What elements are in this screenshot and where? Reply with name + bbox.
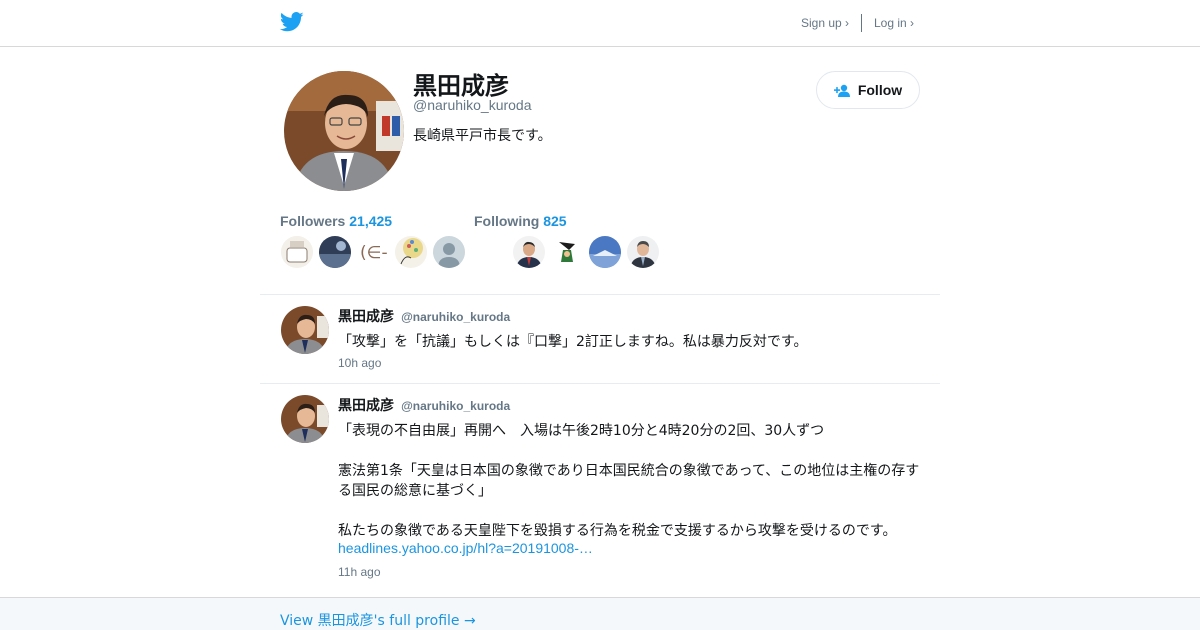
following-count: 825 — [543, 213, 567, 229]
follower-avatar[interactable]: (∈- — [357, 236, 389, 268]
following-label: Following — [474, 213, 540, 229]
tweet-text: 「表現の不自由展」再開へ 入場は午後2時10分と4時20分の2回、30人ずつ — [338, 423, 825, 439]
followers-count: 21,425 — [349, 213, 393, 229]
profile-photo — [284, 71, 404, 191]
profile-bio: 長崎県平戸市長です。 — [413, 128, 552, 144]
followers-stat[interactable]: Followers 21,425 — [280, 213, 392, 229]
following-stat[interactable]: Following 825 — [474, 213, 567, 229]
tweet-text: る国民の総意に基づく」 — [338, 483, 492, 499]
follow-button[interactable]: Follow — [816, 71, 920, 109]
tweet-author-handle[interactable]: @naruhiko_kuroda — [401, 310, 510, 324]
tweet-text: 憲法第1条「天皇は日本国の象徴であり日本国民統合の象徴であって、この地位は主権の… — [338, 463, 920, 479]
view-full-profile-link[interactable]: View 黒田成彦's full profile → — [280, 610, 476, 630]
tweet-timestamp[interactable]: 11h ago — [338, 565, 381, 579]
follower-avatar-default[interactable] — [433, 236, 465, 268]
profile-name: 黒田成彦 — [413, 72, 509, 100]
divider — [260, 383, 940, 384]
twitter-bird-icon[interactable] — [280, 11, 304, 33]
follower-avatar[interactable] — [319, 236, 351, 268]
tweet-text: 私たちの象徴である天皇陛下を毀損する行為を税金で支援するから攻撃を受けるのです。 — [338, 523, 897, 539]
followers-label: Followers — [280, 213, 346, 229]
nav-divider — [861, 14, 862, 32]
add-person-icon — [833, 84, 850, 97]
profile-avatar[interactable] — [284, 71, 404, 191]
log-in-link[interactable]: Log in › — [874, 16, 914, 30]
tweet-avatar[interactable] — [281, 395, 329, 443]
svg-text:(∈-: (∈- — [360, 243, 388, 263]
following-avatar[interactable] — [513, 236, 545, 268]
tweet-author-name[interactable]: 黒田成彦 — [338, 398, 394, 414]
following-avatar[interactable] — [627, 236, 659, 268]
tweet-header: 黒田成彦 @naruhiko_kuroda — [338, 306, 510, 326]
following-avatar[interactable] — [551, 236, 583, 268]
follow-button-label: Follow — [857, 82, 903, 98]
follower-avatar[interactable] — [281, 236, 313, 268]
tweet-header: 黒田成彦 @naruhiko_kuroda — [338, 395, 510, 415]
tweet-author-name[interactable]: 黒田成彦 — [338, 309, 394, 325]
tweet-timestamp[interactable]: 10h ago — [338, 356, 381, 370]
follower-avatar[interactable] — [395, 236, 427, 268]
divider — [260, 294, 940, 295]
profile-handle: @naruhiko_kuroda — [413, 97, 532, 113]
tweet-author-handle[interactable]: @naruhiko_kuroda — [401, 399, 510, 413]
tweet-link[interactable]: headlines.yahoo.co.jp/hl?a=20191008-… — [338, 540, 593, 556]
sign-up-link[interactable]: Sign up › — [801, 16, 849, 30]
tweet-avatar[interactable] — [281, 306, 329, 354]
top-bar: Sign up › Log in › — [0, 0, 1200, 47]
following-avatar[interactable] — [589, 236, 621, 268]
footer-bar: View 黒田成彦's full profile → — [0, 597, 1200, 630]
tweet-text: 「攻撃」を「抗議」もしくは『口撃」2訂正しますね。私は暴力反対です。 — [338, 334, 808, 350]
